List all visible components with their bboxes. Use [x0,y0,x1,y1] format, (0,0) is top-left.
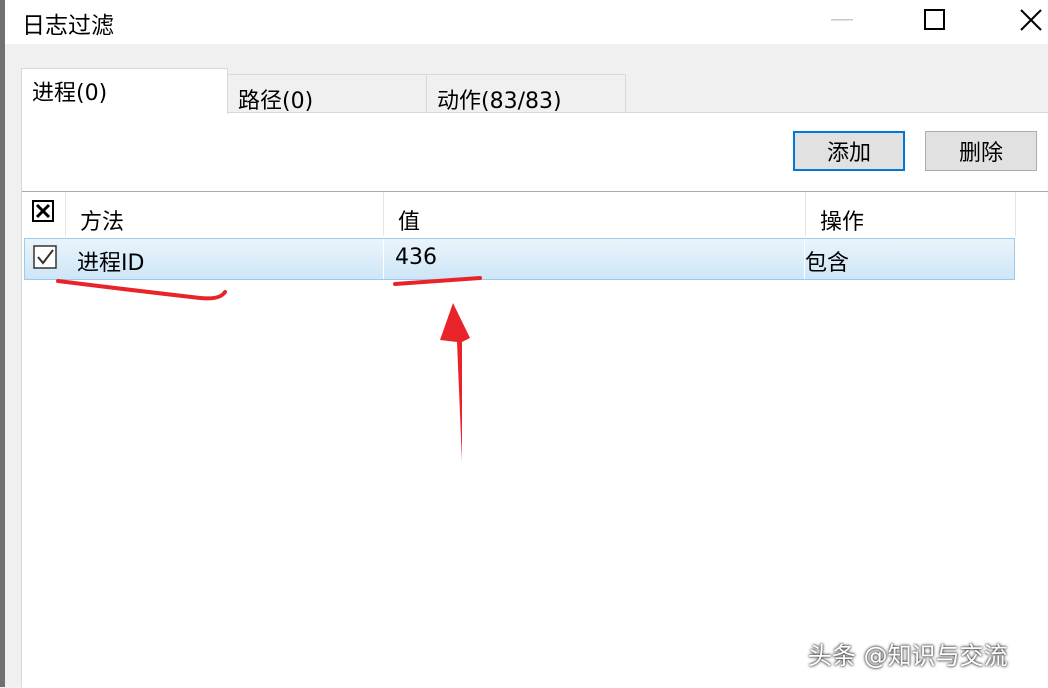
close-button[interactable] [1001,0,1048,40]
watermark: 头条 @知识与交流 [808,642,1008,670]
row-operation: 包含 [805,251,850,276]
column-separator [383,239,384,279]
header-value[interactable]: 值 [384,192,806,236]
checkbox-x-icon [32,200,54,222]
maximize-icon [924,9,945,30]
tab-path-label: 路径(0) [238,89,314,114]
filter-list[interactable]: 方法 值 操作 进程ID 436 包含 [22,191,1048,688]
add-button[interactable]: 添加 [793,131,905,171]
tab-process[interactable]: 进程(0) [21,68,228,114]
row-checkbox[interactable] [33,245,57,275]
title-bar: 日志过滤 [5,0,1048,44]
tab-process-label: 进程(0) [32,81,108,106]
dialog-client-area: 进程(0) 路径(0) 动作(83/83) 添加 删除 方法 值 操作 进程ID… [5,44,1048,688]
delete-button[interactable]: 删除 [925,131,1037,171]
row-value: 436 [395,245,437,270]
tab-panel: 添加 删除 方法 值 操作 进程ID 436 包含 [21,112,1048,688]
tab-path[interactable]: 路径(0) [227,74,427,114]
header-operation[interactable]: 操作 [806,192,1016,236]
close-icon [1020,9,1042,31]
window-title: 日志过滤 [22,13,114,39]
tab-action[interactable]: 动作(83/83) [426,74,626,114]
header-check-column[interactable] [22,192,66,236]
minimize-icon [831,19,853,21]
maximize-button[interactable] [905,0,965,40]
checkbox-checked-icon [33,245,57,269]
tab-action-label: 动作(83/83) [437,89,562,114]
table-row[interactable]: 进程ID 436 包含 [24,238,1015,280]
header-method[interactable]: 方法 [66,192,384,236]
row-method: 进程ID [77,251,145,276]
minimize-button[interactable] [813,0,873,40]
